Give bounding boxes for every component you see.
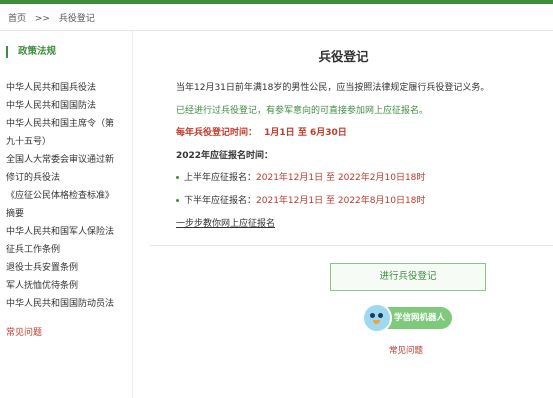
second-half-to: 至	[325, 196, 335, 206]
intro-text: 当年12月31日前年满18岁的男性公民，应当按照法律规定履行兵役登记义务。	[176, 83, 490, 93]
sidebar-item-military-service-law[interactable]: 中华人民共和国兵役法	[6, 79, 128, 97]
first-half-end: 2022年2月10日18时	[337, 173, 426, 183]
sidebar-item-defense-mobilization-law[interactable]: 中华人民共和国国防动员法	[6, 295, 128, 313]
sidebar: 政策法规 中华人民共和国兵役法 中华人民共和国国防法 中华人民共和国主席令（第 …	[0, 31, 133, 398]
breadcrumb-separator: >>	[34, 14, 50, 24]
breadcrumb-current: 兵役登记	[58, 14, 95, 24]
registration-period-label: 每年兵役登记时间：	[176, 128, 258, 138]
sidebar-item-military-pension[interactable]: 军人抚恤优待条例	[6, 277, 128, 295]
sidebar-item-veteran-placement[interactable]: 退役士兵安置条例	[6, 259, 128, 277]
sidebar-item-national-defense-law[interactable]: 中华人民共和国国防法	[6, 97, 128, 115]
breadcrumb-home[interactable]: 首页	[8, 14, 26, 24]
content-divider	[150, 245, 553, 246]
sidebar-item-npc-revision-cont[interactable]: 修订的兵役法	[6, 169, 128, 187]
year-heading: 2022年应征报名时间：	[176, 151, 274, 161]
page-title: 兵役登记	[318, 49, 369, 64]
sidebar-item-presidential-order[interactable]: 中华人民共和国主席令（第	[6, 115, 128, 133]
register-military-service-button[interactable]: 进行兵役登记	[330, 263, 486, 291]
first-half-start: 2021年12月1日	[256, 173, 324, 183]
first-half-to: 至	[325, 173, 335, 183]
main-content: 兵役登记 当年12月31日前年满18岁的男性公民，应当按照法律规定履行兵役登记义…	[134, 31, 553, 398]
first-half-label: 上半年应征报名：	[184, 173, 257, 183]
bullet-dot-icon	[176, 199, 179, 202]
breadcrumb: 首页 >> 兵役登记	[8, 11, 101, 24]
sidebar-item-military-insurance-law[interactable]: 中华人民共和国军人保险法	[6, 223, 128, 241]
robot-owl-icon	[362, 303, 392, 333]
sidebar-item-npc-revision[interactable]: 全国人大常委会审议通过新	[6, 151, 128, 169]
sidebar-item-presidential-order-cont[interactable]: 九十五号）	[6, 133, 128, 151]
chatbot-button[interactable]: 学信网机器人	[362, 303, 452, 333]
second-half-end: 2022年8月10日18时	[337, 196, 426, 206]
registration-period: 每年兵役登记时间： 1月1日 至 6月30日	[176, 127, 347, 139]
second-half-start: 2021年12月1日	[256, 196, 324, 206]
sidebar-faq-link[interactable]: 常见问题	[6, 325, 42, 338]
sidebar-list: 中华人民共和国兵役法 中华人民共和国国防法 中华人民共和国主席令（第 九十五号）…	[6, 79, 128, 313]
second-half-label: 下半年应征报名：	[184, 196, 257, 206]
notice-text: 已经进行过兵役登记，有参军意向的可直接参加网上应征报名。	[176, 106, 429, 116]
first-half-row: 上半年应征报名：2021年12月1日 至 2022年2月10日18时	[176, 172, 425, 184]
online-registration-guide-link[interactable]: 一步步教你网上应征报名	[176, 218, 275, 230]
bullet-dot-icon	[176, 176, 179, 179]
sidebar-item-physical-exam-standard[interactable]: 《应征公民体格检查标准》	[6, 187, 128, 205]
faq-link[interactable]: 常见问题	[389, 344, 423, 356]
sidebar-item-conscription-regulations[interactable]: 征兵工作条例	[6, 241, 128, 259]
second-half-row: 下半年应征报名：2021年12月1日 至 2022年8月10日18时	[176, 195, 425, 207]
sidebar-heading: 政策法规	[6, 46, 56, 58]
sidebar-item-physical-exam-standard-cont[interactable]: 摘要	[6, 205, 128, 223]
registration-period-value: 1月1日 至 6月30日	[264, 128, 347, 138]
top-accent-bar	[0, 0, 553, 4]
chatbot-label: 学信网机器人	[394, 313, 446, 323]
